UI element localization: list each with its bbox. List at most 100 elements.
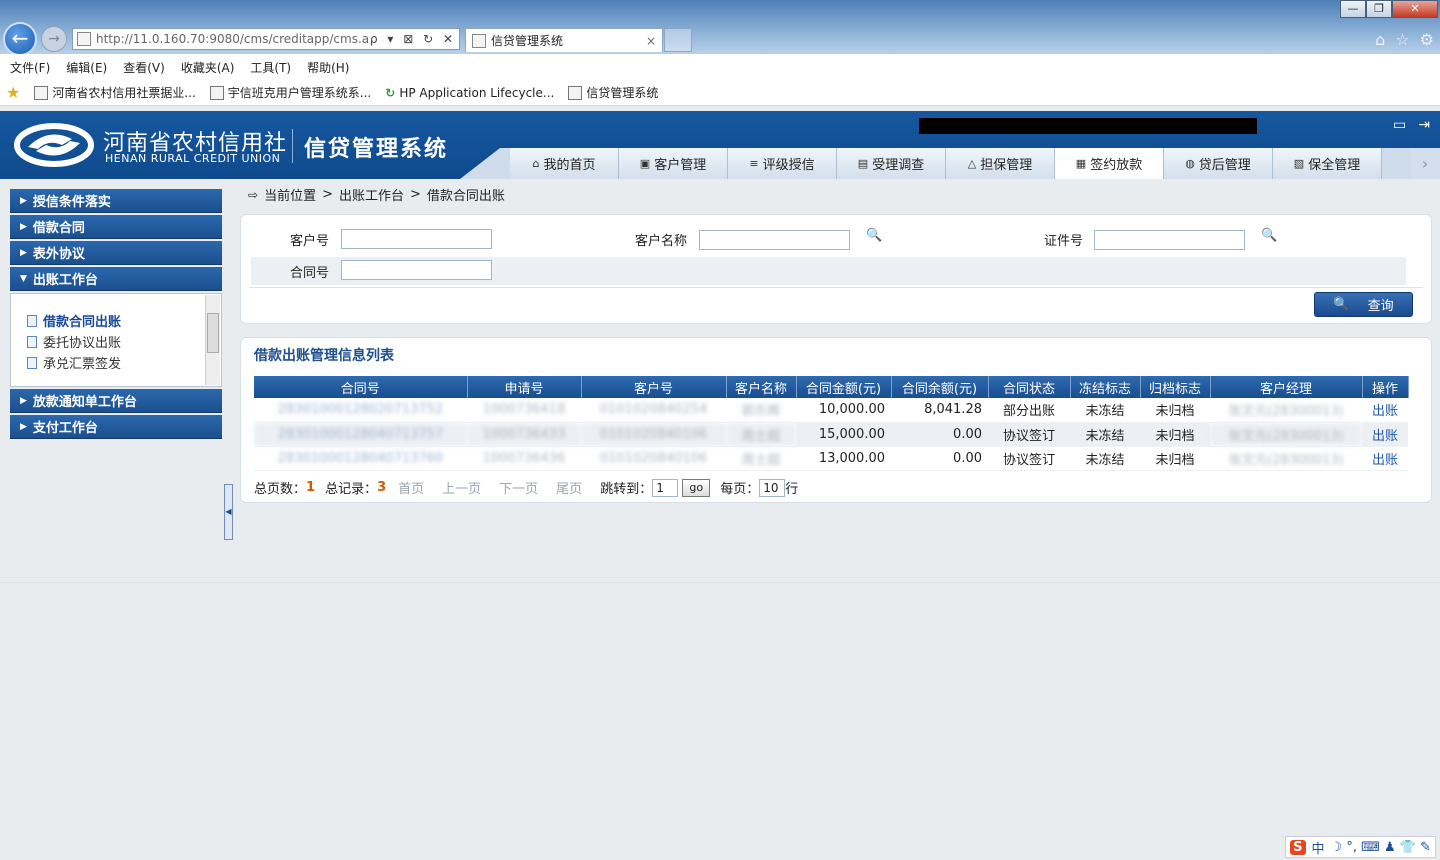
last-page-link[interactable]: 尾页	[556, 478, 582, 497]
nav-tab-label: 受理调查	[872, 158, 925, 173]
menu-view[interactable]: 查看(V)	[123, 59, 165, 76]
address-bar[interactable]: http://11.0.160.70:9080/cms/creditapp/cm…	[72, 28, 460, 50]
caret-right-icon: ▶	[20, 247, 27, 258]
nav-tab[interactable]: ▦ 签约放款	[1055, 148, 1164, 179]
status-cell: 协议签订	[988, 446, 1070, 471]
disburse-link[interactable]: 出账	[1362, 446, 1408, 471]
rating-icon: ≡	[749, 157, 759, 170]
search-row: 合同号	[251, 257, 1406, 285]
nav-tab[interactable]: ⌂ 我的首页	[510, 148, 619, 179]
sidebar-group-offbalance[interactable]: ▶ 表外协议	[10, 241, 222, 265]
jump-page-input[interactable]: 1	[652, 478, 679, 497]
favorite-item[interactable]: 河南省农村信用社票据业...	[34, 84, 196, 101]
query-button[interactable]: 🔍 查询	[1314, 292, 1413, 317]
disburse-link[interactable]: 出账	[1362, 398, 1408, 423]
amount-cell: 15,000.00	[796, 422, 891, 447]
restore-button[interactable]: ❐	[1366, 0, 1392, 18]
column-header[interactable]: 合同状态	[988, 376, 1071, 398]
url-text[interactable]: http://11.0.160.70:9080/cms/creditapp/cm…	[96, 32, 370, 46]
sidebar-group-notice-desk[interactable]: ▶ 放款通知单工作台	[10, 389, 222, 413]
column-header[interactable]: 合同号	[254, 376, 468, 398]
menu-tools[interactable]: 工具(T)	[250, 59, 291, 76]
column-header[interactable]: 冻结标志	[1070, 376, 1141, 398]
table-row[interactable]: 28301000128040713760 1000736436 0101020840…	[254, 446, 1408, 471]
tab-close-icon[interactable]: ×	[646, 34, 656, 48]
submenu-scrollbar[interactable]	[205, 295, 220, 385]
ime-tool-icons[interactable]: ☽ °, ⌨ ♟ 👕 ✎	[1331, 840, 1431, 855]
back-button[interactable]: ←	[3, 22, 37, 56]
search-icon[interactable]: 🔍	[866, 228, 882, 243]
sidebar-item-acceptance-bill[interactable]: 承兑汇票签发	[27, 352, 221, 373]
nav-tab[interactable]: ▤ 受理调查	[837, 148, 946, 179]
tab-title: 信贷管理系统	[491, 34, 564, 48]
column-header[interactable]: 客户号	[581, 376, 727, 398]
home-icon[interactable]: ⌂	[1375, 30, 1385, 49]
go-button[interactable]: go	[682, 478, 711, 497]
sidebar-group-loan-contract[interactable]: ▶ 借款合同	[10, 215, 222, 239]
sidebar-item-entrust-disbursement[interactable]: 委托协议出账	[27, 331, 221, 352]
menu-help[interactable]: 帮助(H)	[307, 59, 349, 76]
column-header[interactable]: 申请号	[467, 376, 582, 398]
table-row[interactable]: 28301000128020713752 1000736418 0101020840…	[254, 398, 1408, 423]
minimize-button[interactable]: —	[1340, 0, 1366, 18]
nav-tab-label: 签约放款	[1090, 158, 1143, 173]
close-window-button[interactable]: ✕	[1392, 0, 1438, 18]
contract-no-input[interactable]	[341, 260, 492, 280]
nav-tab[interactable]: ◍ 贷后管理	[1164, 148, 1273, 179]
scroll-thumb[interactable]	[207, 313, 219, 353]
menu-favorites[interactable]: 收藏夹(A)	[181, 59, 235, 76]
nav-tab[interactable]: ≡ 评级授信	[728, 148, 837, 179]
nav-tab[interactable]: ▣ 客户管理	[619, 148, 728, 179]
disburse-link[interactable]: 出账	[1362, 422, 1408, 447]
nav-tab[interactable]: △ 担保管理	[946, 148, 1055, 179]
column-header[interactable]: 操作	[1362, 376, 1409, 398]
customer-no-input[interactable]	[341, 229, 492, 249]
favorites-star-icon[interactable]: ☆	[1395, 30, 1409, 49]
monitor-icon[interactable]: ▭	[1393, 117, 1406, 133]
ime-mode-toggle[interactable]: 中	[1312, 838, 1325, 857]
prev-page-link[interactable]: 上一页	[442, 478, 481, 497]
page-icon	[209, 85, 224, 100]
column-header[interactable]: 合同金额(元)	[796, 376, 892, 398]
column-header[interactable]: 客户经理	[1210, 376, 1363, 398]
menu-edit[interactable]: 编辑(E)	[66, 59, 107, 76]
sidebar-group-disbursement-desk[interactable]: ▼ 出账工作台	[10, 267, 222, 291]
customer-name-input[interactable]	[699, 230, 850, 250]
survey-icon: ▤	[857, 157, 869, 170]
search-icon[interactable]: 🔍	[1261, 228, 1277, 243]
nav-scroll-right-icon[interactable]: ›	[1410, 148, 1440, 179]
page-icon	[77, 32, 91, 46]
new-tab-button[interactable]	[664, 28, 692, 52]
table-row[interactable]: 28301000128040713757 1000736433 0101020840…	[254, 422, 1408, 447]
nav-tab[interactable]: ▧ 保全管理	[1273, 148, 1382, 179]
customer-icon: ▣	[639, 157, 651, 170]
column-header[interactable]: 客户名称	[726, 376, 797, 398]
logout-icon[interactable]: ⇥	[1418, 117, 1430, 133]
nav-tab-label: 我的首页	[543, 158, 596, 173]
sidebar-group-credit-conditions[interactable]: ▶ 授信条件落实	[10, 189, 222, 213]
column-header[interactable]: 归档标志	[1140, 376, 1211, 398]
sogou-ime-logo-icon[interactable]: S	[1290, 839, 1306, 855]
browser-tab[interactable]: 信贷管理系统 ×	[465, 28, 663, 52]
sidebar-collapse-handle[interactable]: ◀	[224, 484, 233, 540]
pagination: 总页数： 1 总记录： 3 首页 上一页 下一页 尾页 跳转到： 1 go 每页…	[254, 478, 798, 497]
column-header[interactable]: 合同余额(元)	[891, 376, 989, 398]
favorite-item[interactable]: 信贷管理系统	[568, 84, 658, 101]
postloan-icon: ◍	[1185, 157, 1195, 170]
favorite-item[interactable]: ↻ HP Application Lifecycle...	[385, 86, 554, 100]
per-page-input[interactable]: 10	[759, 478, 786, 497]
id-no-input[interactable]	[1094, 230, 1245, 250]
next-page-link[interactable]: 下一页	[499, 478, 538, 497]
sidebar-submenu: 借款合同出账 委托协议出账 承兑汇票签发	[10, 293, 222, 387]
sidebar-item-loan-disbursement[interactable]: 借款合同出账	[27, 310, 221, 331]
sidebar-group-payment-desk[interactable]: ▶ 支付工作台	[10, 415, 222, 439]
address-tools-icons[interactable]: ρ ▾ ⊠ ↻ ✕	[370, 32, 459, 46]
favorites-star-icon[interactable]: ★	[6, 83, 20, 102]
gear-icon[interactable]: ⚙	[1420, 30, 1434, 49]
menu-file[interactable]: 文件(F)	[10, 59, 50, 76]
breadcrumb-level1: 出账工作台	[338, 189, 404, 204]
first-page-link[interactable]: 首页	[398, 478, 424, 497]
favorite-item[interactable]: 宇信班克用户管理系统系...	[209, 84, 371, 101]
forward-button[interactable]: →	[41, 26, 67, 52]
total-pages-value: 1	[306, 480, 316, 495]
